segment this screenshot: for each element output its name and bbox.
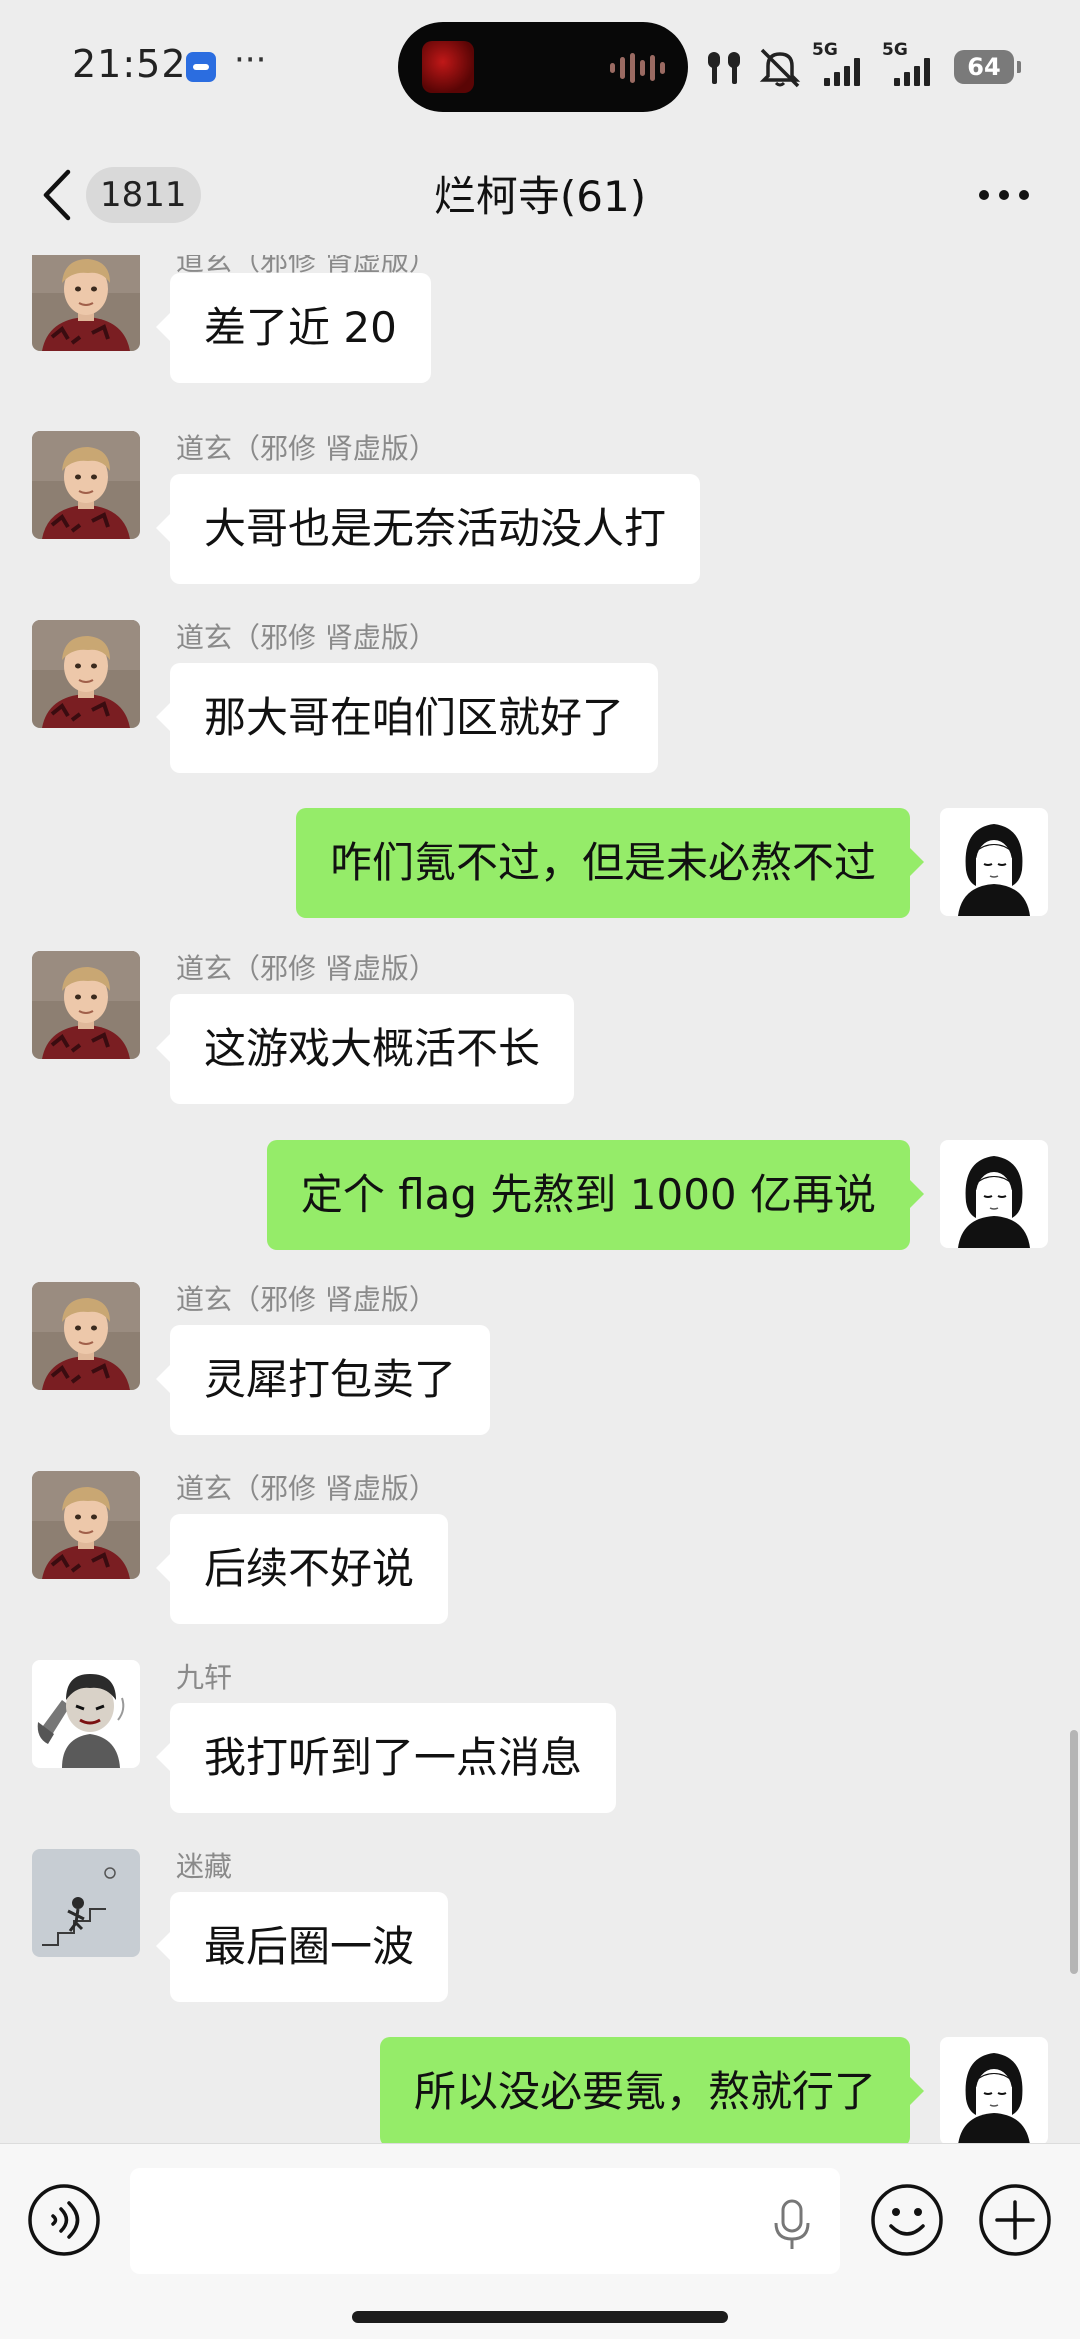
sender-name: 道玄（邪修 肾虚版） <box>176 1283 437 1316</box>
audio-waveform-icon <box>610 52 665 84</box>
status-icons: 5G 5G 64 <box>700 40 1060 90</box>
sender-name: 道玄（邪修 肾虚版） <box>176 1472 437 1505</box>
message-bubble[interactable]: 那大哥在咱们区就好了 <box>155 663 659 773</box>
home-indicator[interactable] <box>352 2311 728 2323</box>
plus-icon[interactable] <box>977 2182 1053 2258</box>
message-bubble[interactable]: 咋们氪不过，但是未必熬不过 <box>295 808 925 918</box>
microphone-icon[interactable] <box>770 2197 814 2251</box>
sender-name: 道玄（邪修 肾虚版） <box>176 432 437 465</box>
message-bubble[interactable]: 灵犀打包卖了 <box>155 1325 491 1435</box>
status-more-indicator: ··· <box>234 40 267 80</box>
network-type-label: 5G <box>812 40 838 60</box>
stairs-sketch-avatar[interactable] <box>32 1849 140 1957</box>
sender-name: 道玄（邪修 肾虚版） <box>176 952 437 985</box>
chat-screen: 21:52 ··· 5G 5G 64 1811 烂柯寺(61) 道玄（邪修 肾虚… <box>0 0 1080 2339</box>
boy-portrait-avatar[interactable] <box>32 431 140 539</box>
sketch-girl-avatar[interactable] <box>940 808 1048 916</box>
app-notification-icon <box>186 52 216 82</box>
voice-icon[interactable] <box>26 2182 102 2258</box>
sender-name: 迷藏 <box>176 1850 233 1883</box>
mute-icon <box>759 48 801 88</box>
dynamic-island[interactable] <box>398 22 688 112</box>
message-bubble[interactable]: 所以没必要氪，熬就行了 <box>379 2037 925 2143</box>
signal-icon: 5G <box>812 40 868 90</box>
status-time: 21:52 <box>72 42 187 86</box>
scrollbar[interactable] <box>1070 1730 1078 1974</box>
album-art-icon <box>422 41 474 93</box>
message-bubble[interactable]: 差了近 20 <box>156 273 431 383</box>
boy-portrait-avatar[interactable] <box>32 1471 140 1579</box>
boy-portrait-avatar[interactable] <box>32 1282 140 1390</box>
boy-portrait-avatar[interactable] <box>32 620 140 728</box>
message-bubble[interactable]: 大哥也是无奈活动没人打 <box>155 474 701 584</box>
message-bubble[interactable]: 最后圈一波 <box>155 1892 449 2002</box>
sketch-girl-avatar[interactable] <box>940 2037 1048 2143</box>
earbuds-icon <box>708 52 740 84</box>
signal-icon: 5G <box>882 40 938 90</box>
network-type-label: 5G <box>882 40 908 60</box>
sketch-girl-avatar[interactable] <box>940 1140 1048 1248</box>
chat-title: 烂柯寺(61) <box>433 172 647 221</box>
boy-portrait-avatar[interactable] <box>32 951 140 1059</box>
cartoon-warrior-avatar[interactable] <box>32 1660 140 1768</box>
battery-icon: 64 <box>954 50 1021 84</box>
sender-name: 九轩 <box>176 1661 233 1694</box>
boy-portrait-avatar[interactable] <box>32 255 140 351</box>
chat-header: 1811 烂柯寺(61) <box>0 135 1080 255</box>
more-options-icon[interactable] <box>976 185 1032 205</box>
input-bar <box>0 2143 1080 2339</box>
message-list[interactable]: 道玄（邪修 肾虚版） 差了近 20 道玄（邪修 肾虚版） 大哥也是无奈活动没人打… <box>0 255 1080 2143</box>
message-bubble[interactable]: 这游戏大概活不长 <box>155 994 575 1104</box>
message-bubble[interactable]: 我打听到了一点消息 <box>155 1703 617 1813</box>
emoji-icon[interactable] <box>869 2182 945 2258</box>
sender-name: 道玄（邪修 肾虚版） <box>176 621 437 654</box>
message-input[interactable] <box>130 2168 840 2274</box>
message-bubble[interactable]: 后续不好说 <box>155 1514 449 1624</box>
message-bubble[interactable]: 定个 flag 先熬到 1000 亿再说 <box>266 1140 925 1250</box>
status-bar: 21:52 ··· 5G 5G 64 <box>0 0 1080 135</box>
